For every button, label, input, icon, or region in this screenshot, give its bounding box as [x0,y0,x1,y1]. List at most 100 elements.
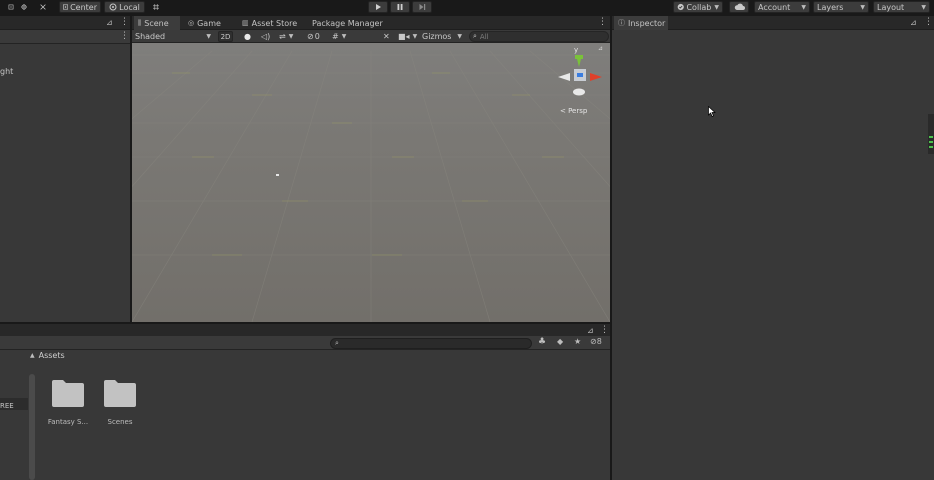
camera-icon: ■◂ [398,32,410,41]
tab-game[interactable]: ◎ Game [184,16,232,30]
layers-dropdown[interactable]: Layers ▼ [813,1,869,13]
gizmos-dropdown[interactable]: Gizmos ▼ [419,31,465,42]
project-sidebar-scrollbar[interactable] [29,374,35,480]
custom-tool-button[interactable] [36,1,50,13]
favorite-star-icon[interactable]: ★ [574,337,581,346]
play-icon [376,4,381,10]
lock-icon[interactable]: ⊿ [106,18,113,27]
filter-by-type-icon[interactable]: ♣ [538,337,546,347]
scene-tabbar: ⫼ Scene ◎ Game ▥ Asset Store Package Man… [132,16,610,30]
kebab-menu-icon[interactable]: ⋮ [598,17,607,27]
kebab-menu-icon[interactable]: ⋮ [600,325,609,335]
kebab-menu-icon[interactable]: ⋮ [120,31,129,41]
tab-asset-store[interactable]: ▥ Asset Store [238,16,304,30]
scene-grid [132,50,610,322]
pause-icon [397,4,403,10]
kebab-menu-icon[interactable]: ⋮ [924,17,933,27]
folder-icon [104,380,136,407]
gizmos-label: Gizmos [422,32,452,41]
account-label: Account [758,2,791,12]
layout-dropdown[interactable]: Layout ▼ [873,1,930,13]
breadcrumb-assets[interactable]: Assets [39,351,65,360]
grid-snap-button[interactable] [149,1,163,13]
scene-toolbar: Shaded ▼ 2D ● ◁) ⇌ ▼ ⊘ 0 # ▼ ✕ ■◂ ▼ Gizm… [132,30,610,43]
tab-inspector[interactable]: ⓘ Inspector [614,16,668,30]
grid-dropdown[interactable]: # ▼ [329,31,353,42]
scene-visibility-toggle[interactable]: ⊘ 0 [304,31,326,42]
step-icon [419,4,426,10]
camera-dropdown[interactable]: ■◂ ▼ [395,31,417,42]
lock-icon[interactable]: ⊿ [587,326,594,335]
gizmo-lock-icon[interactable]: ⊿ [598,45,603,52]
chevron-down-icon: ▼ [288,33,294,40]
tab-asset-store-label: Asset Store [251,18,298,28]
hierarchy-row[interactable]: ght [0,66,130,78]
collab-icon [677,3,684,11]
scrollbar-indicator [928,114,934,154]
project-sidebar-label: REE [0,402,14,410]
chevron-down-icon: ▼ [860,3,865,11]
play-button[interactable] [368,1,388,13]
step-button[interactable] [412,1,432,13]
account-dropdown[interactable]: Account ▼ [754,1,810,13]
scene-search-field[interactable]: ⌕ All [469,31,609,42]
project-hidden-toggle[interactable]: ⊘8 [590,337,602,346]
hierarchy-row-label: ght [0,67,14,76]
tab-package-manager[interactable]: Package Manager [308,16,388,30]
mode-2d-label: 2D [220,32,231,41]
asset-folder-item[interactable]: Fantasy S... [44,378,92,432]
kebab-menu-icon[interactable]: ⋮ [120,17,129,27]
pivot-icon [63,4,69,10]
projection-label[interactable]: < Persp [560,107,587,115]
breadcrumb: ▲ Assets [30,351,65,360]
scene-viewport[interactable]: y ⊿ < Persp [132,43,610,322]
tab-scene-label: Scene [144,18,169,28]
hierarchy-toolbar: ⋮ [0,30,130,44]
scene-search-placeholder: All [479,32,489,41]
hierarchy-panel: ⊿ ⋮ ⋮ ght [0,16,130,322]
effects-dropdown[interactable]: ⇌ ▼ [276,31,298,42]
pivot-mode-button[interactable]: Center [59,1,101,13]
filter-by-label-icon[interactable]: ◆ [557,337,563,346]
audio-toggle[interactable]: ◁) [258,31,272,42]
lighting-toggle[interactable]: ● [241,31,253,42]
layout-label: Layout [877,2,905,12]
tab-scene[interactable]: ⫼ Scene [134,16,180,30]
lightbulb-icon: ● [244,32,251,41]
chevron-down-icon: ▼ [714,3,719,11]
inspector-panel: ⓘ Inspector ⊿ ⋮ [612,16,934,480]
project-search-field[interactable]: ⌕ [330,338,532,349]
tab-inspector-label: Inspector [628,18,666,28]
asset-folder-item[interactable]: Scenes [96,378,144,432]
visibility-off-icon: ⊘ [307,32,314,41]
scene-grid-icon: ⫼ [138,18,142,27]
scene-origin-marker [276,174,279,176]
chevron-down-icon: ▼ [457,33,462,40]
chevron-down-icon: ▼ [341,33,347,40]
mode-2d-toggle[interactable]: 2D [218,31,233,42]
gamepad-icon: ◎ [188,19,195,27]
orientation-gizmo[interactable]: y [554,46,606,103]
grid-snap-icon [153,4,159,10]
hidden-objects-count: 0 [314,32,320,41]
rect-tool-button[interactable] [4,1,18,13]
transform-tool-button[interactable] [17,1,31,13]
tools-toggle[interactable]: ✕ [380,31,392,42]
search-icon: ⌕ [335,339,339,347]
pause-button[interactable] [390,1,410,13]
main-toolbar: Center Local Collab ▼ Account ▼ Layers ▼… [0,0,934,14]
breadcrumb-arrow-icon: ▲ [30,352,35,359]
mouse-cursor-icon [708,106,716,117]
shading-mode-dropdown[interactable]: Shaded ▼ [132,31,214,42]
gizmo-y-label: y [574,46,579,54]
lock-icon[interactable]: ⊿ [910,18,917,27]
cloud-icon [734,3,745,10]
inspector-tabbar: ⓘ Inspector ⊿ ⋮ [612,16,934,30]
shading-mode-label: Shaded [135,32,166,41]
collab-button[interactable]: Collab ▼ [673,1,723,13]
info-icon: ⓘ [618,19,625,27]
cloud-button[interactable] [729,1,749,13]
pivot-space-button[interactable]: Local [104,1,145,13]
rect-tool-icon [8,4,14,10]
local-space-icon [109,3,117,11]
